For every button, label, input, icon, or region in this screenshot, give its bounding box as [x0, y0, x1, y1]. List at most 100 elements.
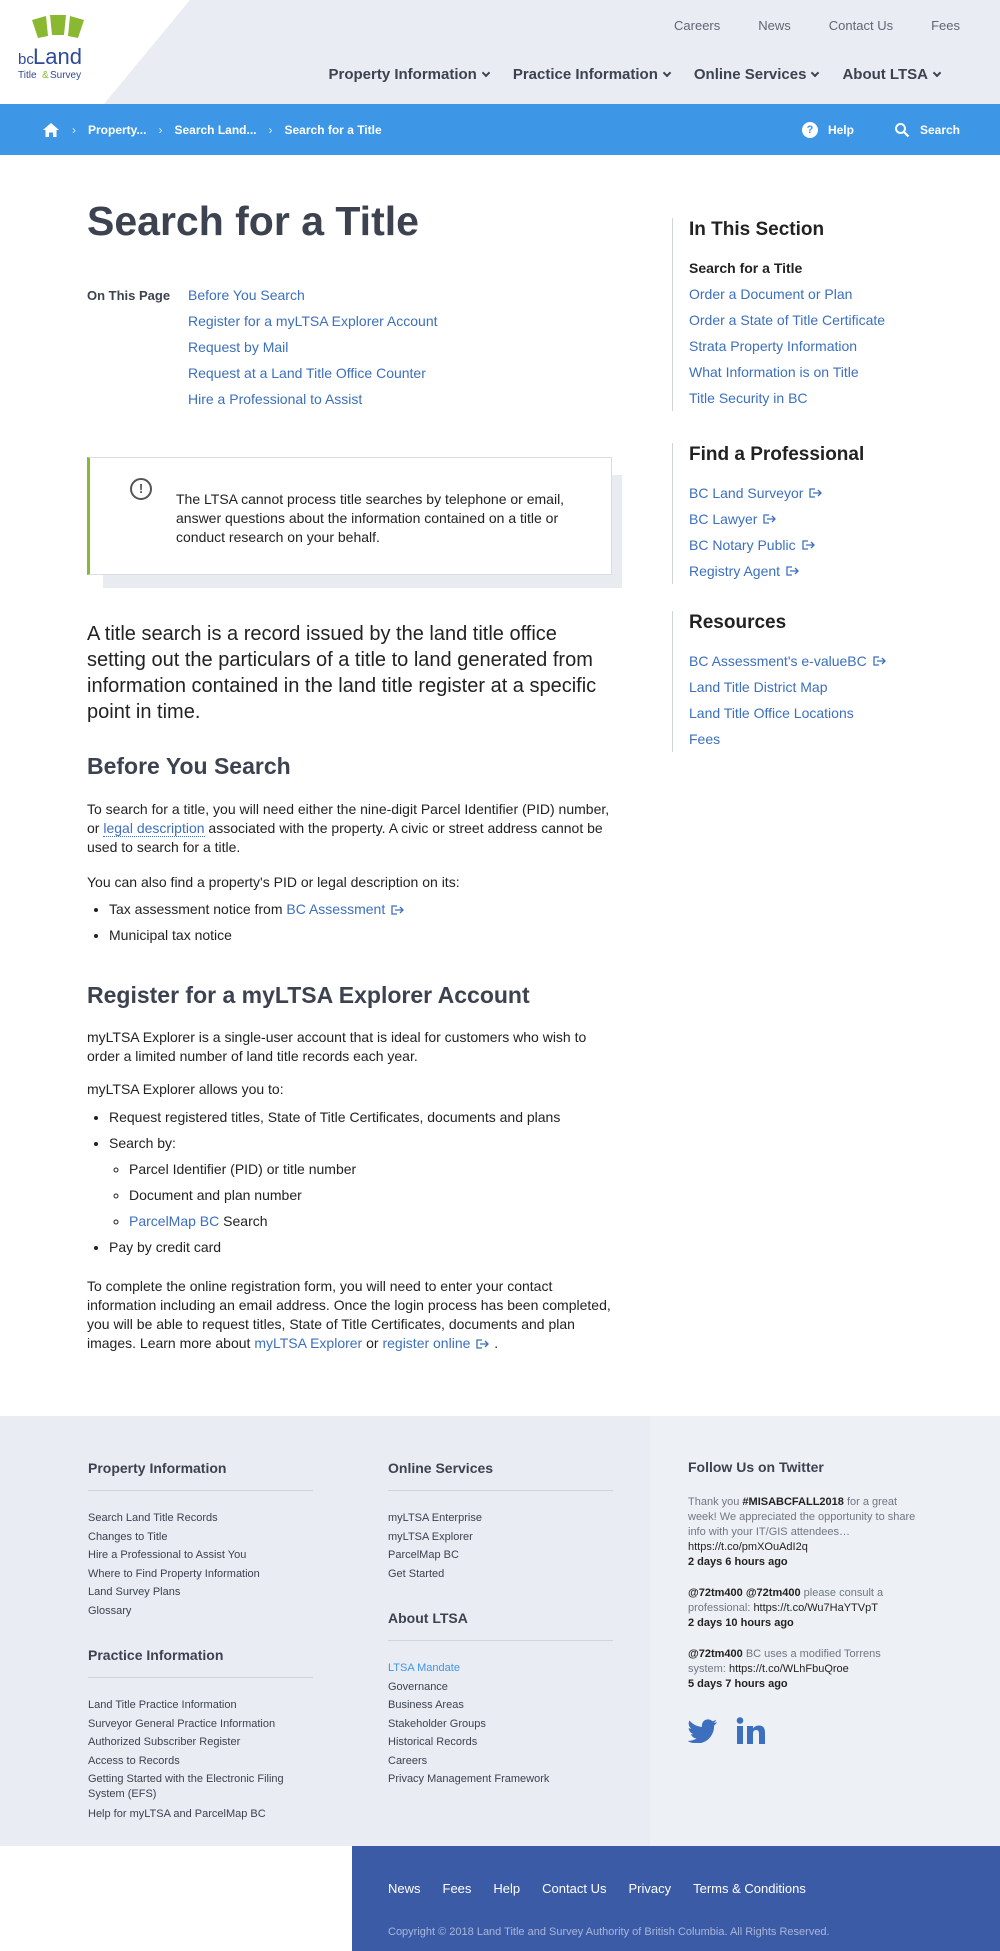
footer-link[interactable]: Get Started [388, 1565, 618, 1584]
tweet-time: 2 days 10 hours ago [688, 1617, 794, 1629]
footer-link[interactable]: Careers [388, 1752, 618, 1771]
footer-heading: About LTSA [388, 1610, 613, 1641]
sidebar-item-land-surveyor[interactable]: BC Land Surveyor [689, 480, 952, 506]
linkedin-icon[interactable] [736, 1717, 766, 1745]
breadcrumb-bar: › Property... › Search Land... › Search … [0, 104, 1000, 155]
footer-link[interactable]: Business Areas [388, 1696, 618, 1715]
tweet-mention[interactable]: @72tm400 [688, 1648, 743, 1660]
logo-bc: bc [18, 51, 34, 68]
nav-practice-information[interactable]: Practice Information [512, 66, 672, 83]
register-paragraph-2: myLTSA Explorer allows you to: [87, 1081, 284, 1097]
util-nav-contact[interactable]: Contact Us [829, 18, 893, 33]
footer-link[interactable]: Authorized Subscriber Register [88, 1733, 318, 1752]
bottom-link-privacy[interactable]: Privacy [628, 1881, 671, 1896]
sidebar-item-strata[interactable]: Strata Property Information [689, 333, 952, 359]
sidebar-item-search-title[interactable]: Search for a Title [689, 255, 952, 281]
bc-assessment-link[interactable]: BC Assessment [286, 901, 385, 917]
footer-link[interactable]: Changes to Title [88, 1528, 318, 1547]
register-paragraph-1: myLTSA Explorer is a single-user account… [87, 1029, 587, 1064]
nav-about-ltsa[interactable]: About LTSA [842, 66, 942, 83]
chevron-down-icon [811, 68, 820, 77]
sidebar-item-notary[interactable]: BC Notary Public [689, 532, 952, 558]
sidebar-item-lawyer[interactable]: BC Lawyer [689, 506, 952, 532]
footer-link[interactable]: ParcelMap BC [388, 1546, 618, 1565]
list-item: Pay by credit card [109, 1237, 560, 1263]
sidebar-item-registry-agent[interactable]: Registry Agent [689, 558, 952, 584]
otp-request-mail[interactable]: Request by Mail [188, 337, 438, 363]
tweet-mention[interactable]: @72tm400 @72tm400 [688, 1587, 801, 1599]
footer-link[interactable]: Search Land Title Records [88, 1509, 318, 1528]
breadcrumb-search-land[interactable]: Search Land... [174, 123, 256, 137]
footer-link[interactable]: Glossary [88, 1602, 318, 1621]
otp-register-explorer[interactable]: Register for a myLTSA Explorer Account [188, 311, 438, 337]
logo-land: Land [33, 44, 82, 69]
bottom-bar: News Fees Help Contact Us Privacy Terms … [352, 1846, 1000, 1951]
sidebar-item-what-info[interactable]: What Information is on Title [689, 359, 952, 385]
text: . [490, 1335, 499, 1351]
footer-link[interactable]: myLTSA Enterprise [388, 1509, 618, 1528]
tweet-link[interactable]: https://t.co/WLhFbuQroe [729, 1663, 849, 1675]
sidebar-item-office-locations[interactable]: Land Title Office Locations [689, 700, 952, 726]
footer-link[interactable]: Governance [388, 1678, 618, 1697]
search-icon [894, 122, 910, 137]
tweet-link[interactable]: https://t.co/Wu7HaYTVpT [753, 1602, 878, 1614]
footer-link[interactable]: Land Survey Plans [88, 1583, 318, 1602]
bottom-link-news[interactable]: News [388, 1881, 421, 1896]
footer-link[interactable]: LTSA Mandate [388, 1659, 618, 1678]
bottom-link-contact[interactable]: Contact Us [542, 1881, 606, 1896]
home-icon[interactable] [42, 122, 60, 138]
footer-link[interactable]: Help for myLTSA and ParcelMap BC [88, 1805, 318, 1824]
otp-hire-professional[interactable]: Hire a Professional to Assist [188, 389, 438, 415]
util-nav-news[interactable]: News [758, 18, 791, 33]
bottom-link-help[interactable]: Help [493, 1881, 520, 1896]
tweet: @72tm400 BC uses a modified Torrens syst… [688, 1647, 918, 1692]
breadcrumb-separator: › [158, 122, 163, 137]
sidebar-item-district-map[interactable]: Land Title District Map [689, 674, 952, 700]
register-online-link[interactable]: register online [382, 1335, 470, 1351]
twitter-icon[interactable] [688, 1719, 718, 1743]
footer-link[interactable]: Surveyor General Practice Information [88, 1715, 318, 1734]
footer-link[interactable]: Privacy Management Framework [388, 1770, 618, 1789]
lead-paragraph: A title search is a record issued by the… [87, 623, 597, 723]
bottom-link-terms[interactable]: Terms & Conditions [693, 1881, 806, 1896]
util-nav-fees[interactable]: Fees [931, 18, 960, 33]
otp-before-you-search[interactable]: Before You Search [188, 285, 438, 311]
social-links [688, 1717, 766, 1745]
breadcrumb-current: Search for a Title [284, 122, 382, 137]
myltsa-explorer-link[interactable]: myLTSA Explorer [254, 1335, 362, 1351]
footer-link[interactable]: Stakeholder Groups [388, 1715, 618, 1734]
on-this-page-list: Before You Search Register for a myLTSA … [188, 285, 438, 415]
help-button[interactable]: ? Help [801, 121, 854, 138]
footer-heading: Online Services [388, 1460, 613, 1491]
footer-link[interactable]: myLTSA Explorer [388, 1528, 618, 1547]
footer-link[interactable]: Hire a Professional to Assist You [88, 1546, 318, 1565]
sidebar-item-title-security[interactable]: Title Security in BC [689, 385, 952, 411]
footer-link[interactable]: Land Title Practice Information [88, 1696, 318, 1715]
sidebar-item-evaluebc[interactable]: BC Assessment's e-valueBC [689, 648, 952, 674]
sidebar-item-order-document[interactable]: Order a Document or Plan [689, 281, 952, 307]
sidebar-item-state-of-title[interactable]: Order a State of Title Certificate [689, 307, 952, 333]
footer-link[interactable]: Getting Started with the Electronic Fili… [88, 1772, 318, 1802]
breadcrumb-property[interactable]: Property... [88, 123, 146, 137]
parcelmap-link[interactable]: ParcelMap BC [129, 1213, 219, 1229]
legal-description-link[interactable]: legal description [103, 820, 205, 837]
nav-label: Practice Information [512, 66, 658, 83]
footer-about-column: About LTSA LTSA Mandate Governance Busin… [388, 1610, 618, 1789]
footer-link[interactable]: Historical Records [388, 1733, 618, 1752]
search-button[interactable]: Search [894, 122, 960, 138]
external-link-icon [786, 566, 799, 576]
list-item: Parcel Identifier (PID) or title number [129, 1159, 560, 1185]
nav-online-services[interactable]: Online Services [693, 66, 820, 83]
sidebar-item-fees[interactable]: Fees [689, 726, 952, 752]
footer-link[interactable]: Access to Records [88, 1752, 318, 1771]
bottom-link-fees[interactable]: Fees [443, 1881, 472, 1896]
nav-label: Online Services [693, 66, 807, 83]
search-by-list: Parcel Identifier (PID) or title number … [129, 1159, 560, 1237]
ltsa-logo[interactable]: bc Land Title & Survey [18, 14, 98, 86]
util-nav-careers[interactable]: Careers [674, 18, 720, 33]
tweet-hashtag[interactable]: #MISABCFALL2018 [742, 1496, 843, 1508]
tweet-link[interactable]: https://t.co/pmXOuAdI2q [688, 1540, 918, 1555]
footer-link[interactable]: Where to Find Property Information [88, 1565, 318, 1584]
nav-property-information[interactable]: Property Information [328, 66, 491, 83]
otp-request-counter[interactable]: Request at a Land Title Office Counter [188, 363, 438, 389]
